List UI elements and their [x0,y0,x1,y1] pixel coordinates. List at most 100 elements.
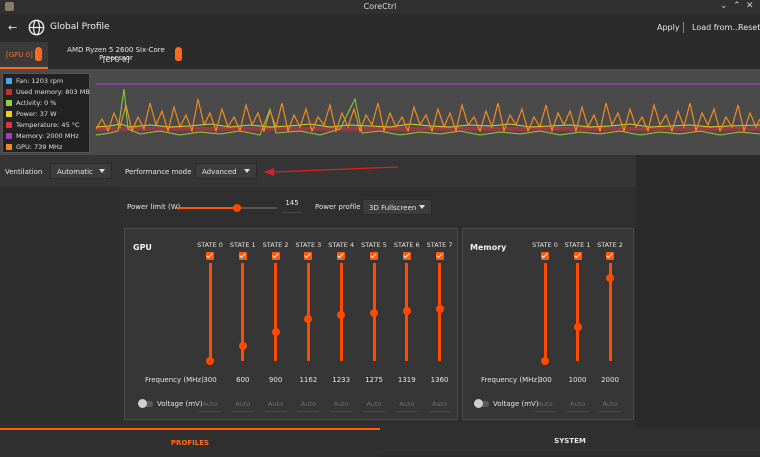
state-enabled-checkbox[interactable] [435,252,444,260]
legend-item-used-memory[interactable]: Used memory: 803 MB [6,88,90,96]
state-slider-handle[interactable] [238,342,247,351]
legend-label: Used memory: 803 MB [16,88,90,96]
state-voltage-input[interactable]: Auto [330,400,353,412]
minimize-icon[interactable]: ⌄ [720,1,728,11]
state-slider-track[interactable] [306,263,310,361]
state-enabled-checkbox[interactable] [304,252,313,260]
state-frequency-value: 600 [236,376,250,384]
load-from-button[interactable]: Load from... [692,23,740,32]
state-label: STATE 4 [328,241,355,249]
state-slider-handle[interactable] [541,357,549,365]
performance-mode-value: Advanced [202,168,237,176]
state-enabled-checkbox[interactable] [370,252,378,260]
device-tab-bar: [GPU 0] AMD Ryzen 5 2600 Six-Core Proces… [0,42,760,69]
power-limit-fill [177,207,237,209]
state-voltage-input[interactable]: Auto [395,400,418,412]
close-icon[interactable]: ✕ [746,1,754,11]
tab-gpu-0[interactable]: [GPU 0] [0,42,48,69]
gpu-card-title: GPU [133,243,152,252]
legend-label: Activity: 0 % [16,99,57,107]
state-enabled-checkbox[interactable] [541,252,549,260]
power-limit-value[interactable]: 145 [282,199,302,213]
state-enabled-checkbox[interactable] [337,252,346,260]
sensor-graph [0,69,760,155]
legend-label: GPU: 739 MHz [16,143,63,151]
reset-button[interactable]: Reset [738,23,760,32]
state-slider-handle[interactable] [304,314,313,323]
thermometer-icon [175,47,182,61]
state-frequency-value: 1319 [397,376,416,384]
state-voltage-input[interactable]: Auto [566,400,589,412]
performance-mode-label: Performance mode [125,168,192,176]
state-label: STATE 2 [597,241,623,249]
state-slider-track[interactable] [576,263,579,361]
state-slider-handle[interactable] [271,327,280,336]
state-slider-handle[interactable] [370,308,378,317]
window-titlebar: CoreCtrl ⌄ ⌃ ✕ [0,0,760,14]
checkbox-icon [6,122,12,128]
state-label: STATE 0 [197,241,223,249]
state-voltage-input[interactable]: Auto [264,400,287,412]
gpu-voltage-toggle[interactable] [138,399,153,408]
legend-item-temperature[interactable]: Temperature: 45 °C [6,121,80,129]
chevron-down-icon [99,169,105,173]
state-voltage-input[interactable]: Auto [297,400,320,412]
state-voltage-input[interactable]: Auto [231,400,254,412]
state-voltage-input[interactable]: Auto [199,400,221,412]
state-slider-track[interactable] [274,263,278,361]
state-slider-track[interactable] [543,263,547,361]
memory-voltage-label: Voltage (mV) [493,400,539,408]
tab-cpu-0[interactable]: AMD Ryzen 5 2600 Six-Core Processor [CPU… [50,42,190,69]
power-limit-slider[interactable] [177,203,277,213]
state-voltage-input[interactable]: Auto [363,400,385,412]
state-slider-handle[interactable] [606,273,614,282]
tab-system[interactable]: SYSTEM [380,428,760,455]
window-title: CoreCtrl [363,2,397,11]
memory-voltage-toggle[interactable] [474,399,489,408]
state-slider-handle[interactable] [573,322,582,331]
checkbox-icon [6,133,12,139]
state-voltage-input[interactable]: Auto [428,400,451,412]
state-voltage-input[interactable]: Auto [534,400,556,412]
legend-item-activity[interactable]: Activity: 0 % [6,99,56,107]
power-profile-label: Power profile [315,203,361,211]
state-enabled-checkbox[interactable] [238,252,247,260]
state-slider-track[interactable] [208,263,212,361]
state-enabled-checkbox[interactable] [402,252,411,260]
performance-mode-select[interactable]: Advanced [195,163,257,179]
apply-button[interactable]: Apply [657,23,680,32]
memory-states-card: Memory Frequency (MHz) Voltage (mV) STAT… [462,228,634,420]
state-slider-handle[interactable] [206,357,214,365]
legend-item-fan[interactable]: Fan: 1203 rpm [6,77,63,85]
sensor-legend: Fan: 1203 rpm Used memory: 803 MB Activi… [2,73,90,153]
maximize-icon[interactable]: ⌃ [733,1,741,11]
state-label: STATE 1 [229,241,256,249]
right-empty-panel [636,155,760,428]
tab-profiles[interactable]: PROFILES [0,428,380,457]
chevron-down-icon [244,169,250,173]
legend-item-gpu[interactable]: GPU: 739 MHz [6,143,62,151]
power-profile-select[interactable]: 3D Fullscreen [362,199,432,215]
state-enabled-checkbox[interactable] [206,252,214,260]
ventilation-select[interactable]: Automatic [50,163,112,179]
power-limit-label: Power limit (W) [127,203,181,211]
power-limit-handle[interactable] [233,204,241,212]
state-slider-handle[interactable] [435,305,444,314]
state-enabled-checkbox[interactable] [271,252,280,260]
checkbox-icon [6,111,12,117]
back-button[interactable]: ← [8,21,17,34]
page-title: Global Profile [50,22,110,32]
legend-item-power[interactable]: Power: 37 W [6,110,57,118]
state-label: STATE 3 [295,241,322,249]
state-slider-handle[interactable] [402,307,411,316]
state-enabled-checkbox[interactable] [573,252,582,260]
state-frequency-value: 1000 [568,376,587,384]
state-frequency-value: 1275 [365,376,383,384]
state-slider-handle[interactable] [337,310,346,319]
state-enabled-checkbox[interactable] [606,252,614,260]
power-profile-value: 3D Fullscreen [369,204,417,212]
legend-item-memory[interactable]: Memory: 2000 MHz [6,132,79,140]
state-frequency-value: 900 [268,376,283,384]
annotation-arrow-icon [264,166,399,176]
state-voltage-input[interactable]: Auto [599,400,621,412]
